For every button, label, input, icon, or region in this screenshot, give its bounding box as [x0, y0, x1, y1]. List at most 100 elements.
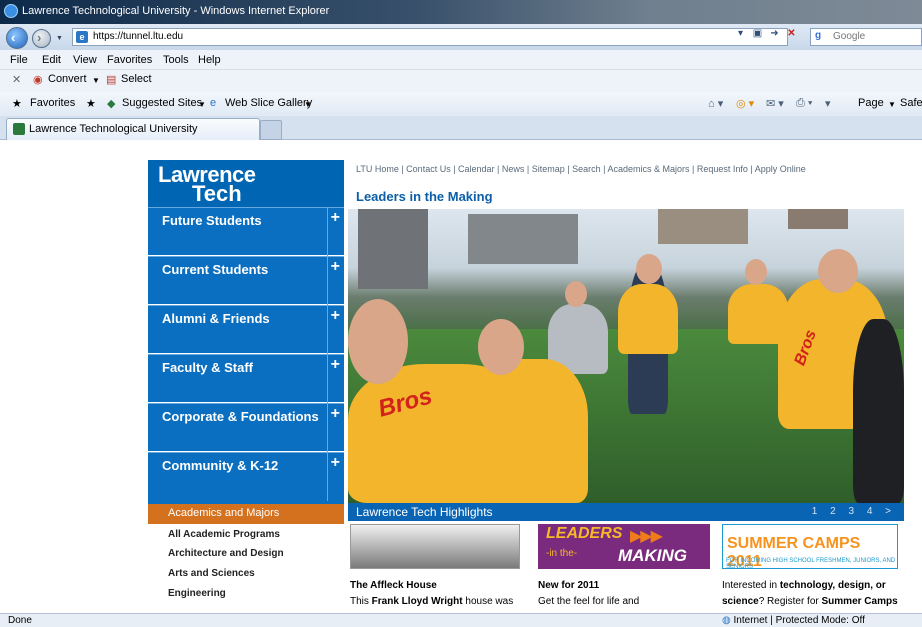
web-slice-link[interactable]: Web Slice Gallery: [225, 97, 312, 109]
forward-button[interactable]: ›: [32, 29, 51, 48]
expand-plus-icon[interactable]: +: [331, 258, 340, 276]
address-dropdown-icon[interactable]: ▾: [733, 28, 748, 39]
caption-text: house was: [462, 596, 514, 607]
nav-divider: [327, 306, 328, 354]
close-toolbar-icon[interactable]: ✕: [12, 73, 21, 86]
card-title-affleck[interactable]: The Affleck House: [350, 580, 437, 591]
highlights-title: Lawrence Tech Highlights: [356, 505, 493, 519]
caption-bold: science: [722, 596, 759, 607]
affleck-house-image[interactable]: [350, 524, 520, 569]
status-bar: Done ◍ Internet | Protected Mode: Off: [0, 613, 922, 627]
google-icon: g: [815, 30, 822, 41]
expand-plus-icon[interactable]: +: [331, 307, 340, 325]
link-all-programs[interactable]: All Academic Programs: [168, 529, 280, 540]
nav-divider: [327, 208, 328, 256]
person-head: [745, 259, 767, 285]
read-mail-icon[interactable]: ✉ ▾: [766, 97, 784, 110]
video-image-text: LEADERS: [546, 525, 623, 542]
building: [658, 209, 748, 244]
compatibility-icon[interactable]: ▣: [750, 28, 765, 39]
person-head: [565, 281, 587, 307]
back-button[interactable]: ‹: [6, 27, 28, 49]
expand-plus-icon[interactable]: +: [331, 405, 340, 423]
web-slice-dropdown-icon[interactable]: ▼: [304, 100, 312, 109]
tab-lawrence-tech[interactable]: Lawrence Technological University: [6, 118, 260, 140]
nav-divider: [327, 404, 328, 452]
expand-plus-icon[interactable]: +: [331, 209, 340, 227]
convert-icon: ◉: [33, 74, 43, 86]
globe-icon: ◍: [722, 615, 731, 626]
highlights-bar: Lawrence Tech Highlights 1 2 3 4 >: [348, 503, 904, 521]
video-image-text: MAKING Video: [618, 546, 687, 585]
url-text[interactable]: https://tunnel.ltu.edu: [93, 31, 183, 42]
favorites-button[interactable]: Favorites: [30, 97, 75, 109]
caption-bold[interactable]: Frank Lloyd Wright: [372, 596, 463, 607]
print-dropdown-icon[interactable]: ▾: [825, 97, 831, 110]
page-menu[interactable]: Page: [858, 97, 884, 109]
new-tab-button[interactable]: [260, 120, 282, 140]
menu-help[interactable]: Help: [198, 54, 221, 66]
ie-logo-icon: [4, 4, 18, 18]
menu-favorites[interactable]: Favorites: [107, 54, 152, 66]
link-arts-sciences[interactable]: Arts and Sciences: [168, 568, 255, 579]
select-button[interactable]: Select: [121, 73, 152, 85]
building: [468, 214, 578, 264]
status-text: Done: [8, 615, 32, 626]
nav-future-students[interactable]: Future Students +: [148, 207, 344, 256]
web-slice-icon: e: [210, 97, 217, 109]
browser-window: Lawrence Technological University - Wind…: [0, 0, 922, 627]
menu-file[interactable]: File: [10, 54, 28, 66]
card-title-new[interactable]: New for 2011: [538, 580, 599, 591]
expand-plus-icon[interactable]: +: [331, 454, 340, 472]
leaders-video-image[interactable]: LEADERS ▶▶▶ -in the- MAKING Video: [538, 524, 710, 585]
nav-alumni-friends[interactable]: Alumni & Friends +: [148, 305, 344, 354]
caption-text: This: [350, 596, 372, 607]
home-icon[interactable]: ⌂ ▾: [708, 97, 723, 110]
safety-menu[interactable]: Safet: [900, 97, 922, 109]
feeds-icon[interactable]: ◎ ▾: [736, 97, 754, 110]
back-arrow-icon: ‹: [11, 30, 16, 45]
page-dropdown-icon[interactable]: ▼: [888, 100, 896, 109]
menu-edit[interactable]: Edit: [42, 54, 61, 66]
link-architecture-design[interactable]: Architecture and Design: [168, 548, 284, 559]
tab-title: Lawrence Technological University: [29, 123, 198, 135]
nav-divider: [327, 257, 328, 305]
menu-bar: File Edit View Favorites Tools Help: [0, 50, 922, 70]
go-icon[interactable]: ➜: [767, 28, 782, 39]
person: [618, 284, 678, 354]
nav-faculty-staff[interactable]: Faculty & Staff +: [148, 354, 344, 403]
nav-community-k12[interactable]: Community & K-12 +: [148, 452, 344, 504]
print-icon[interactable]: ⎙ ▾: [796, 97, 812, 110]
caption-bold[interactable]: Summer Camps: [822, 596, 898, 607]
convert-dropdown-icon[interactable]: ▼: [92, 76, 100, 85]
lawrence-tech-logo[interactable]: Lawrence Tech: [148, 160, 344, 207]
security-zone[interactable]: ◍ Internet | Protected Mode: Off: [722, 615, 865, 626]
favorites-bar: ★ Favorites ★ ◆ Suggested Sites ▼ e Web …: [0, 92, 922, 116]
suggested-dropdown-icon[interactable]: ▼: [198, 100, 206, 109]
top-navigation-links[interactable]: LTU Home | Contact Us | Calendar | News …: [356, 164, 806, 174]
nav-corporate-foundations[interactable]: Corporate & Foundations +: [148, 403, 344, 452]
site-favicon-icon: [13, 123, 25, 135]
stop-icon[interactable]: ✕: [784, 28, 799, 39]
add-favorites-icon[interactable]: ★: [86, 97, 96, 110]
menu-view[interactable]: View: [73, 54, 97, 66]
recent-pages-dropdown-icon[interactable]: ▼: [56, 35, 63, 42]
forward-arrow-icon: ›: [37, 30, 42, 45]
highlights-pagination[interactable]: 1 2 3 4 >: [812, 506, 896, 517]
convert-button[interactable]: Convert: [48, 73, 87, 85]
menu-tools[interactable]: Tools: [163, 54, 189, 66]
suggested-sites-link[interactable]: Suggested Sites: [122, 97, 202, 109]
link-engineering[interactable]: Engineering: [168, 588, 226, 599]
academics-majors-heading[interactable]: Academics and Majors: [148, 504, 344, 524]
logo-line2: Tech: [192, 181, 242, 206]
video-image-text: -in the-: [546, 548, 578, 559]
search-box[interactable]: g Google: [810, 28, 922, 46]
hero-photo: Bros Bros: [348, 209, 904, 503]
card-text-camps-2: science? Register for Summer Camps: [722, 596, 898, 607]
summer-camps-image[interactable]: SUMMER CAMPS 2011 FOR INCOMING HIGH SCHO…: [722, 524, 898, 570]
address-bar[interactable]: e https://tunnel.ltu.edu: [72, 28, 788, 46]
nav-current-students[interactable]: Current Students +: [148, 256, 344, 305]
nav-label: Faculty & Staff: [162, 360, 254, 375]
expand-plus-icon[interactable]: +: [331, 356, 340, 374]
select-icon: ▤: [106, 74, 117, 86]
